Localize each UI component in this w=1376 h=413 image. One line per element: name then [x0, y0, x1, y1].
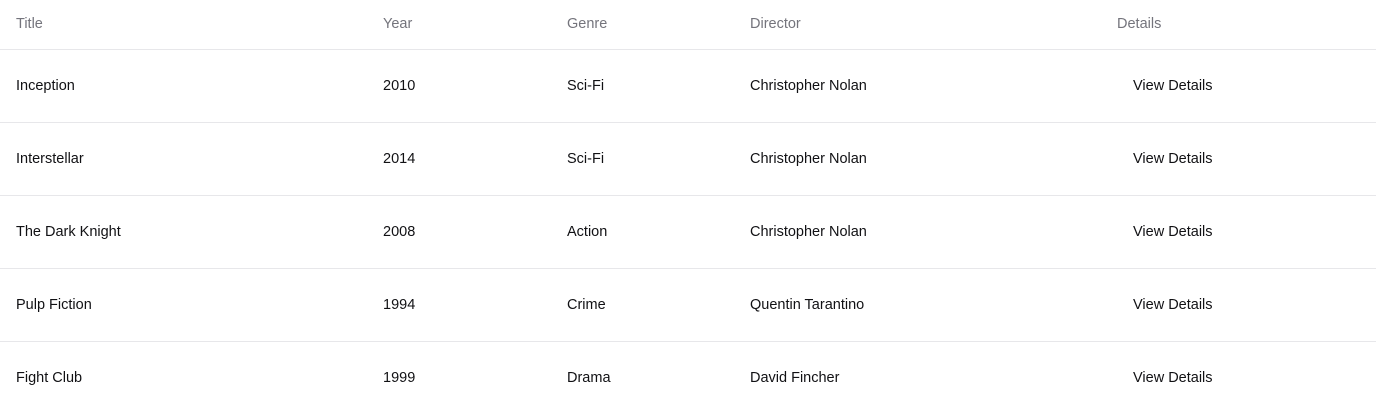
- column-header-genre: Genre: [551, 0, 734, 50]
- movie-genre: Sci-Fi: [551, 122, 734, 196]
- details-cell: View Details: [1101, 195, 1376, 269]
- table-body: Inception 2010 Sci-Fi Christopher Nolan …: [0, 49, 1376, 413]
- view-details-button[interactable]: View Details: [1117, 218, 1229, 246]
- movie-title: Inception: [0, 49, 367, 123]
- table-row: Pulp Fiction 1994 Crime Quentin Tarantin…: [0, 268, 1376, 342]
- details-cell: View Details: [1101, 122, 1376, 196]
- header-row: Title Year Genre Director Details: [0, 0, 1376, 50]
- movie-year: 2010: [367, 49, 551, 123]
- view-details-button[interactable]: View Details: [1117, 291, 1229, 319]
- details-cell: View Details: [1101, 49, 1376, 123]
- movie-title: The Dark Knight: [0, 195, 367, 269]
- movie-title: Interstellar: [0, 122, 367, 196]
- movie-director: Christopher Nolan: [734, 49, 1101, 123]
- table-row: Interstellar 2014 Sci-Fi Christopher Nol…: [0, 122, 1376, 196]
- movies-table: Title Year Genre Director Details Incept…: [0, 0, 1376, 413]
- movie-genre: Action: [551, 195, 734, 269]
- table-row: The Dark Knight 2008 Action Christopher …: [0, 195, 1376, 269]
- movie-genre: Drama: [567, 369, 611, 386]
- column-header-year: Year: [367, 0, 551, 50]
- table-header: Title Year Genre Director Details: [0, 0, 1376, 50]
- movie-director: Christopher Nolan: [734, 195, 1101, 269]
- movie-title: Fight Club: [16, 369, 83, 386]
- view-details-button[interactable]: View Details: [1117, 364, 1229, 392]
- movie-director: Christopher Nolan: [734, 122, 1101, 196]
- movie-year: 1999: [383, 369, 416, 386]
- movie-genre: Sci-Fi: [551, 49, 734, 123]
- view-details-button[interactable]: View Details: [1117, 145, 1229, 173]
- column-header-director: Director: [734, 0, 1101, 50]
- details-cell: View Details: [1101, 268, 1376, 342]
- table-row: Fight Club 1999 Drama David Fincher View…: [0, 341, 1376, 413]
- column-header-title: Title: [0, 0, 367, 50]
- table-row: Inception 2010 Sci-Fi Christopher Nolan …: [0, 49, 1376, 123]
- movie-year: 2008: [367, 195, 551, 269]
- movie-director: David Fincher: [750, 369, 840, 386]
- movie-genre: Crime: [551, 268, 734, 342]
- details-cell: View Details: [1101, 341, 1376, 413]
- movie-director: Quentin Tarantino: [734, 268, 1101, 342]
- movie-year: 1994: [367, 268, 551, 342]
- column-header-details: Details: [1101, 0, 1376, 50]
- movie-title: Pulp Fiction: [0, 268, 367, 342]
- movie-year: 2014: [367, 122, 551, 196]
- view-details-button[interactable]: View Details: [1117, 72, 1229, 100]
